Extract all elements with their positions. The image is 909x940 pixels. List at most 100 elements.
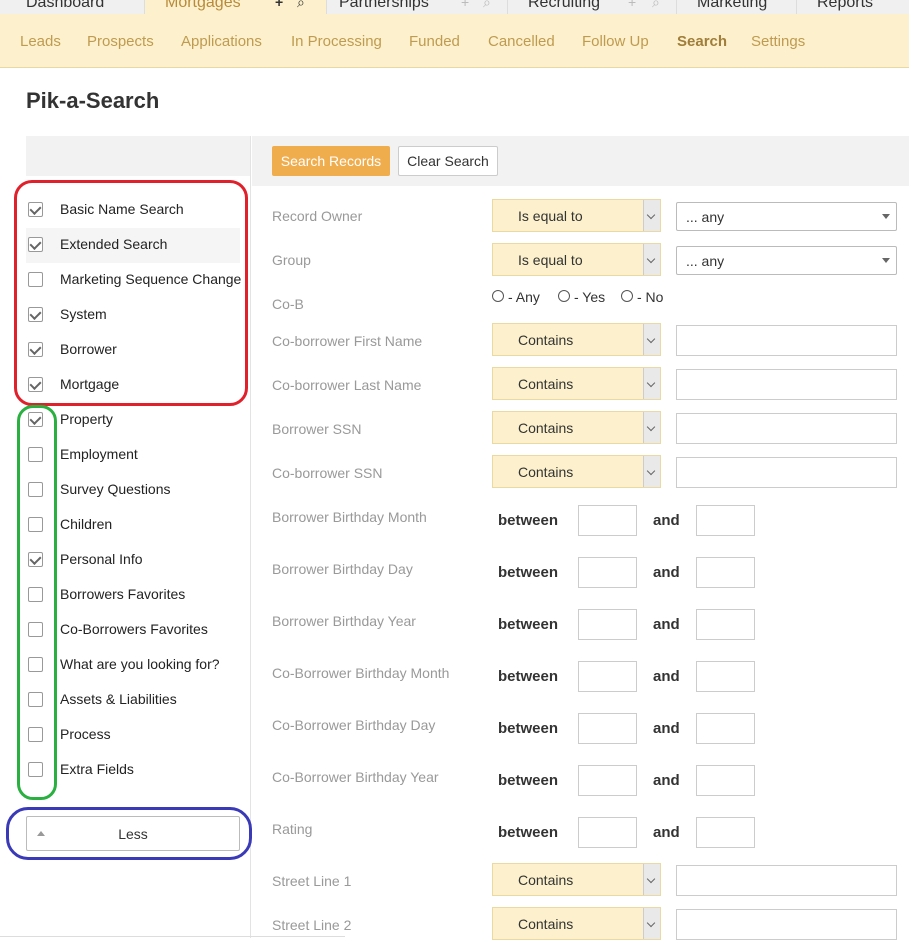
checkbox-unchecked[interactable] bbox=[28, 622, 43, 637]
range-to-input[interactable] bbox=[696, 505, 755, 536]
tab-mortgages[interactable]: Mortgages + ⌕ bbox=[145, 0, 327, 14]
cob-no-radio[interactable] bbox=[621, 290, 633, 302]
tab-dashboard[interactable]: Dashboard bbox=[14, 0, 145, 14]
tab-reports[interactable]: Reports bbox=[797, 0, 909, 14]
range-from-input[interactable] bbox=[578, 557, 637, 588]
section-checkbox-row[interactable]: Borrower bbox=[26, 333, 240, 368]
field-label-street-line-1: Street Line 1 bbox=[272, 873, 352, 889]
search-icon[interactable]: ⌕ bbox=[297, 0, 305, 14]
range-to-input[interactable] bbox=[696, 765, 755, 796]
section-checkbox-row[interactable]: Survey Questions bbox=[26, 473, 240, 508]
tab-recruiting[interactable]: Recruiting + ⌕ bbox=[508, 0, 677, 14]
checkbox-unchecked[interactable] bbox=[28, 272, 43, 287]
range-to-input[interactable] bbox=[696, 557, 755, 588]
record-owner-operator-select[interactable]: Is equal to bbox=[492, 199, 661, 232]
section-checkbox-row[interactable]: Basic Name Search bbox=[26, 193, 240, 228]
subnav-cancelled[interactable]: Cancelled bbox=[488, 33, 555, 50]
checkbox-unchecked[interactable] bbox=[28, 447, 43, 462]
record-owner-value-select[interactable]: ... any bbox=[676, 202, 897, 231]
range-to-input[interactable] bbox=[696, 817, 755, 848]
less-button[interactable]: Less bbox=[26, 816, 240, 851]
cob-ssn-input[interactable] bbox=[676, 457, 897, 488]
range-from-input[interactable] bbox=[578, 817, 637, 848]
checkbox-checked[interactable] bbox=[28, 237, 43, 252]
range-from-input[interactable] bbox=[578, 765, 637, 796]
section-checkbox-row[interactable]: Borrowers Favorites bbox=[26, 578, 240, 613]
section-checkbox-row[interactable]: What are you looking for? bbox=[26, 648, 240, 683]
section-checkbox-row[interactable]: Extended Search bbox=[26, 228, 240, 263]
checkbox-unchecked[interactable] bbox=[28, 762, 43, 777]
subnav-funded[interactable]: Funded bbox=[409, 33, 460, 50]
section-checkbox-label: Children bbox=[60, 516, 113, 532]
subnav-settings[interactable]: Settings bbox=[751, 33, 805, 50]
checkbox-checked[interactable] bbox=[28, 202, 43, 217]
cob-first-name-operator-select[interactable]: Contains bbox=[492, 323, 661, 356]
street-line-1-operator-select[interactable]: Contains bbox=[492, 863, 661, 896]
range-from-input[interactable] bbox=[578, 609, 637, 640]
borrower-ssn-input[interactable] bbox=[676, 413, 897, 444]
subnav-search[interactable]: Search bbox=[677, 33, 727, 50]
subnav-prospects[interactable]: Prospects bbox=[87, 33, 154, 50]
tab-partnerships[interactable]: Partnerships + ⌕ bbox=[327, 0, 508, 14]
cob-yes-label: - Yes bbox=[574, 289, 606, 305]
checkbox-checked[interactable] bbox=[28, 377, 43, 392]
range-field-label: Borrower Birthday Day bbox=[272, 561, 413, 577]
checkbox-checked[interactable] bbox=[28, 307, 43, 322]
borrower-ssn-operator-select[interactable]: Contains bbox=[492, 411, 661, 444]
cob-last-name-input[interactable] bbox=[676, 369, 897, 400]
section-checkbox-row[interactable]: Process bbox=[26, 718, 240, 753]
field-label-cob-first-name: Co-borrower First Name bbox=[272, 333, 423, 349]
section-checkbox-row[interactable]: Mortgage bbox=[26, 368, 240, 403]
range-to-input[interactable] bbox=[696, 713, 755, 744]
section-checkbox-row[interactable]: Property bbox=[26, 403, 240, 438]
range-to-input[interactable] bbox=[696, 609, 755, 640]
section-checkbox-label: Extra Fields bbox=[60, 761, 134, 777]
search-records-button[interactable]: Search Records bbox=[272, 146, 390, 176]
range-from-input[interactable] bbox=[578, 713, 637, 744]
range-from-input[interactable] bbox=[578, 661, 637, 692]
section-checkbox-row[interactable]: Children bbox=[26, 508, 240, 543]
cob-any-radio[interactable] bbox=[492, 290, 504, 302]
section-checkbox-row[interactable]: Marketing Sequence Change bbox=[26, 263, 242, 298]
tab-marketing[interactable]: Marketing bbox=[677, 0, 797, 14]
checkbox-checked[interactable] bbox=[28, 412, 43, 427]
section-checkbox-row[interactable]: Personal Info bbox=[26, 543, 240, 578]
checkbox-unchecked[interactable] bbox=[28, 517, 43, 532]
checkbox-unchecked[interactable] bbox=[28, 657, 43, 672]
checkbox-checked[interactable] bbox=[28, 342, 43, 357]
cob-last-name-operator-select[interactable]: Contains bbox=[492, 367, 661, 400]
checkbox-checked[interactable] bbox=[28, 552, 43, 567]
add-icon[interactable]: + bbox=[461, 0, 469, 14]
add-icon[interactable]: + bbox=[275, 0, 283, 14]
checkbox-unchecked[interactable] bbox=[28, 482, 43, 497]
cob-yes-radio[interactable] bbox=[558, 290, 570, 302]
checkbox-unchecked[interactable] bbox=[28, 587, 43, 602]
add-icon[interactable]: + bbox=[628, 0, 636, 14]
subnav-leads[interactable]: Leads bbox=[20, 33, 61, 50]
subnav-applications[interactable]: Applications bbox=[181, 33, 262, 50]
range-from-input[interactable] bbox=[578, 505, 637, 536]
street-line-2-operator-select[interactable]: Contains bbox=[492, 907, 661, 940]
cob-first-name-input[interactable] bbox=[676, 325, 897, 356]
street-line-1-input[interactable] bbox=[676, 865, 897, 896]
checkbox-unchecked[interactable] bbox=[28, 692, 43, 707]
clear-search-button[interactable]: Clear Search bbox=[398, 146, 498, 176]
section-checkbox-label: Property bbox=[60, 411, 113, 427]
search-icon[interactable]: ⌕ bbox=[652, 0, 660, 14]
range-to-input[interactable] bbox=[696, 661, 755, 692]
street-line-2-input[interactable] bbox=[676, 909, 897, 940]
subnav-in-processing[interactable]: In Processing bbox=[291, 33, 382, 50]
section-checkbox-label: Marketing Sequence Change bbox=[60, 271, 242, 287]
sub-nav: Leads Prospects Applications In Processi… bbox=[0, 14, 909, 68]
section-checkbox-row[interactable]: Co-Borrowers Favorites bbox=[26, 613, 240, 648]
group-value-select[interactable]: ... any bbox=[676, 246, 897, 275]
group-operator-select[interactable]: Is equal to bbox=[492, 243, 661, 276]
cob-ssn-operator-select[interactable]: Contains bbox=[492, 455, 661, 488]
section-checkbox-row[interactable]: System bbox=[26, 298, 240, 333]
search-icon[interactable]: ⌕ bbox=[483, 0, 491, 14]
checkbox-unchecked[interactable] bbox=[28, 727, 43, 742]
section-checkbox-row[interactable]: Employment bbox=[26, 438, 240, 473]
section-checkbox-row[interactable]: Extra Fields bbox=[26, 753, 240, 788]
section-checkbox-row[interactable]: Assets & Liabilities bbox=[26, 683, 240, 718]
subnav-follow-up[interactable]: Follow Up bbox=[582, 33, 649, 50]
